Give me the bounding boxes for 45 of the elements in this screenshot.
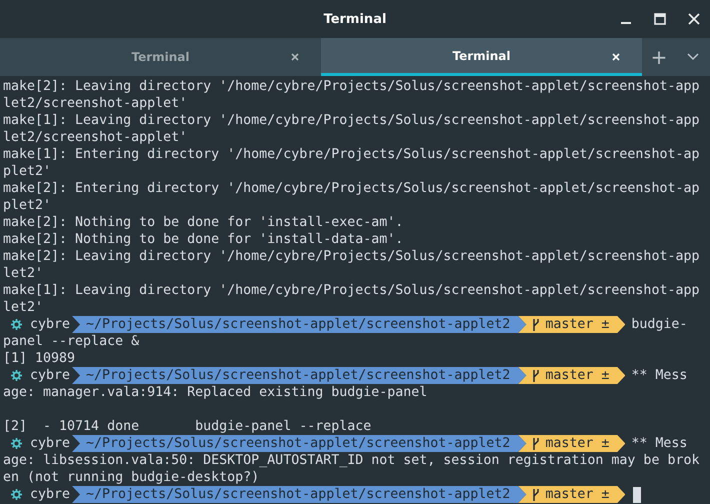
output-line: make[2]: Nothing to be done for 'install-exec-am'. bbox=[3, 214, 404, 231]
output-line: let2/screenshot-applet' bbox=[3, 129, 188, 146]
output-line: plet2' bbox=[3, 197, 52, 214]
branch-icon bbox=[532, 438, 540, 450]
window-title: Terminal bbox=[324, 12, 386, 26]
output-line: make[2]: Leaving directory '/home/cybre/Projects/Solus/screenshot-applet/screenshot-app bbox=[3, 248, 700, 265]
command-text: budgie- bbox=[631, 316, 688, 333]
output-line: let2' bbox=[3, 265, 44, 282]
command-text: ** Mess bbox=[631, 435, 688, 452]
path-segment: ~/Projects/Solus/screenshot-applet/screenshot-applet2 bbox=[72, 435, 526, 452]
output-line: let2/screenshot-applet' bbox=[3, 95, 188, 112]
output-line: plet2' bbox=[3, 163, 52, 180]
output-line: make[2]: Nothing to be done for 'install-data-am'. bbox=[3, 231, 404, 248]
branch-segment: master ± bbox=[518, 367, 626, 384]
branch-segment: master ± bbox=[518, 435, 626, 452]
output-line: make[2]: Entering directory '/home/cybre/Projects/Solus/screenshot-applet/screenshot-ap bbox=[3, 180, 700, 197]
tab[interactable]: Terminal bbox=[0, 38, 321, 76]
output-line: make[1]: Leaving directory '/home/cybre/Projects/Solus/screenshot-applet/screenshot-app bbox=[3, 282, 700, 299]
tab[interactable]: Terminal bbox=[321, 38, 642, 76]
gear-icon bbox=[11, 370, 22, 381]
path-segment: ~/Projects/Solus/screenshot-applet/screenshot-applet2 bbox=[72, 486, 526, 503]
branch-segment: master ± bbox=[518, 316, 626, 333]
branch-icon bbox=[532, 488, 540, 500]
chevron-icon bbox=[687, 53, 699, 61]
output-line: make[1]: Entering directory '/home/cybre/Projects/Solus/screenshot-applet/screenshot-ap bbox=[3, 146, 700, 163]
gear-icon bbox=[11, 438, 22, 449]
output-line: age: manager.vala:914: Replaced existing budgie-panel bbox=[3, 384, 428, 401]
branch-icon bbox=[532, 318, 540, 330]
branch-icon bbox=[532, 370, 540, 382]
gear-icon bbox=[11, 489, 22, 500]
output-line: panel --replace & bbox=[3, 333, 140, 350]
branch-segment: master ± bbox=[518, 486, 626, 503]
path-segment: ~/Projects/Solus/screenshot-applet/screenshot-applet2 bbox=[72, 316, 526, 333]
path-segment: ~/Projects/Solus/screenshot-applet/screenshot-applet2 bbox=[72, 367, 526, 384]
output-line: age: libsession.vala:50: DESKTOP_AUTOSTART_ID not set, session registration may be brok bbox=[3, 452, 700, 469]
output-line: make[2]: Leaving directory '/home/cybre/Projects/Solus/screenshot-applet/screenshot-app bbox=[3, 78, 700, 95]
maximize-icon[interactable] bbox=[654, 13, 666, 25]
output-line: [2] - 10714 done budgie-panel --replace bbox=[3, 418, 372, 435]
output-line: [1] 10989 bbox=[3, 350, 76, 367]
output-line: en (not running budgie-desktop?) bbox=[3, 469, 260, 486]
close-icon[interactable] bbox=[291, 53, 299, 61]
output-line: let2' bbox=[3, 299, 44, 316]
gear-icon bbox=[11, 319, 22, 330]
output-line: make[1]: Leaving directory '/home/cybre/Projects/Solus/screenshot-applet/screenshot-app bbox=[3, 112, 700, 129]
command-text: ** Mess bbox=[631, 367, 688, 384]
